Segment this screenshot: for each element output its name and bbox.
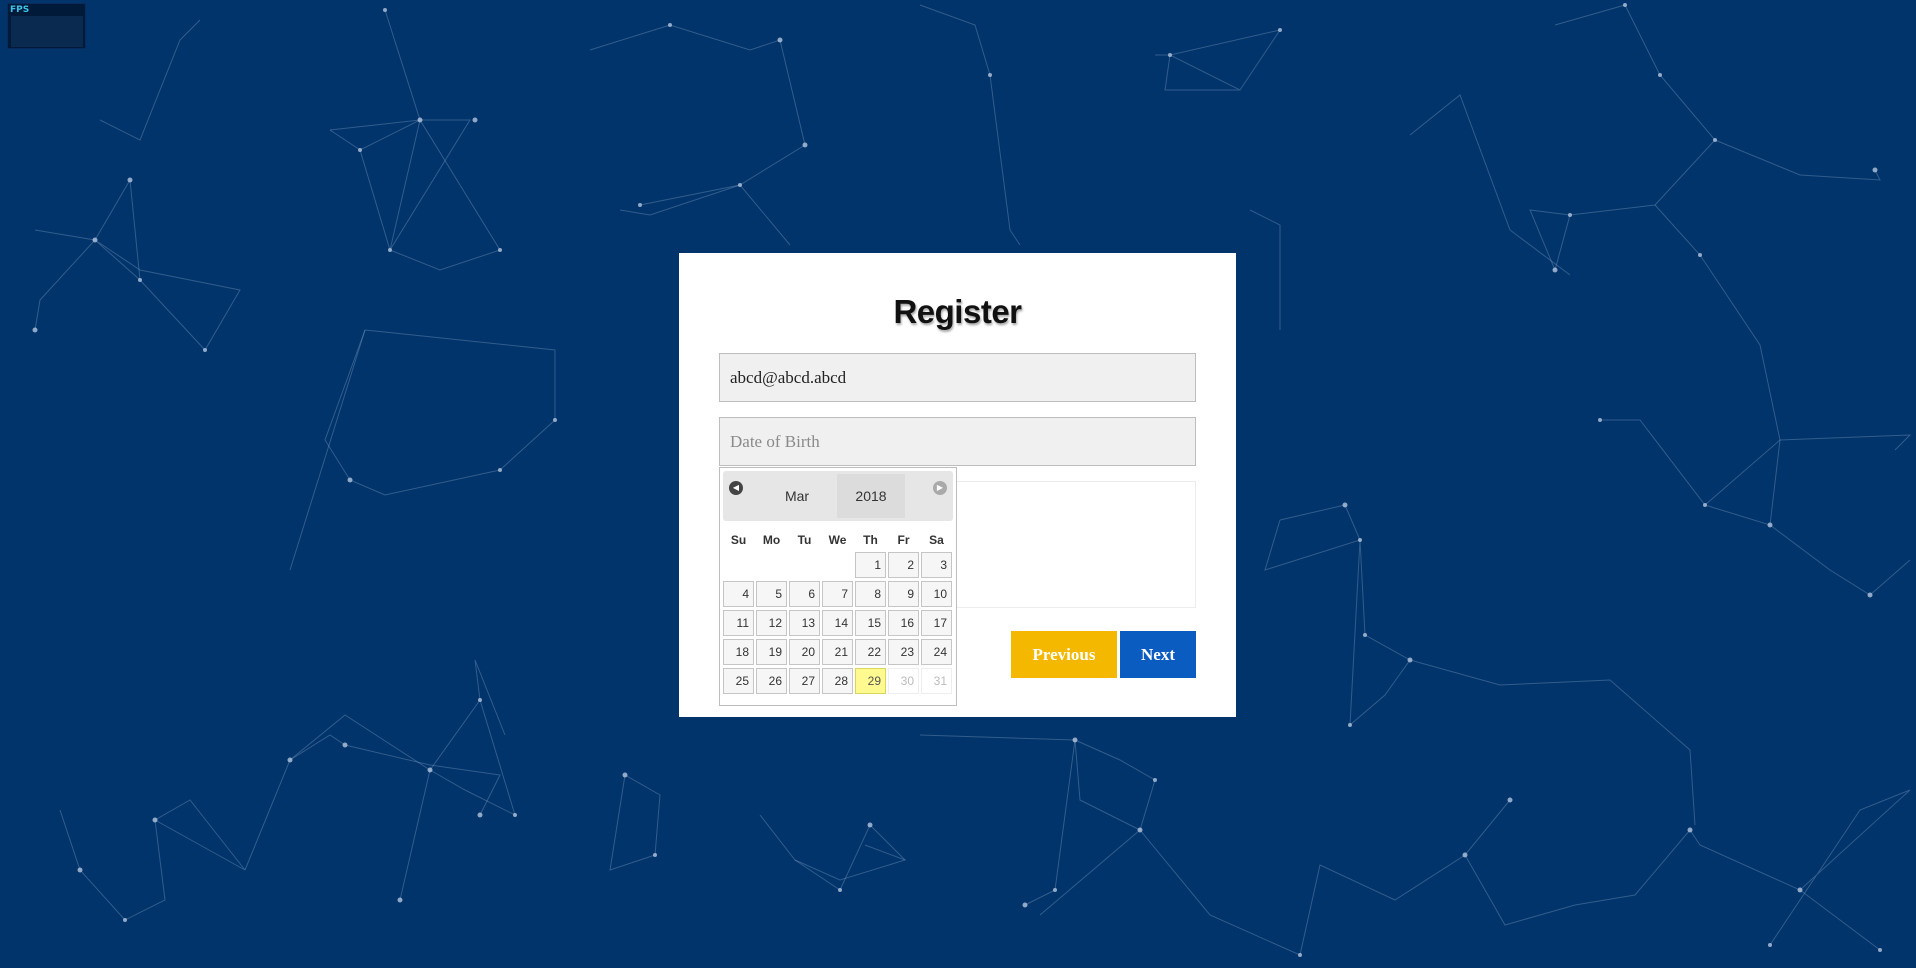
weekday-header: We: [828, 533, 847, 547]
year-select[interactable]: 2018: [837, 474, 905, 518]
calendar-day[interactable]: 28: [822, 668, 853, 694]
calendar-day[interactable]: 26: [756, 668, 787, 694]
calendar-day[interactable]: 25: [723, 668, 754, 694]
weekday-header: Fr: [897, 533, 910, 547]
weekday-header: Tu: [797, 533, 812, 547]
weekday-header: Th: [863, 533, 878, 547]
datepicker: ◀ Mar 2018 ▶ Su Mo Tu We Th Fr Sa 1 2 3 4 5 6 7 8 9 10 11…: [719, 467, 957, 706]
calendar-blank: [756, 552, 787, 578]
page-title: Register: [893, 293, 1022, 330]
next-month-icon[interactable]: ▶: [933, 481, 947, 495]
next-button[interactable]: Next: [1120, 631, 1196, 678]
calendar-day: 31: [921, 668, 952, 694]
calendar-day[interactable]: 11: [723, 610, 754, 636]
calendar-day[interactable]: 6: [789, 581, 820, 607]
calendar-day[interactable]: 9: [888, 581, 919, 607]
fps-graph: [11, 16, 83, 47]
calendar-day[interactable]: 8: [855, 581, 886, 607]
calendar-day[interactable]: 21: [822, 639, 853, 665]
calendar-grid: Su Mo Tu We Th Fr Sa 1 2 3 4 5 6 7 8 9 10 11 12 13 14 15 16 17 1…: [723, 528, 955, 697]
datepicker-header: ◀ Mar 2018 ▶: [723, 471, 953, 521]
calendar-day[interactable]: 2: [888, 552, 919, 578]
calendar-day[interactable]: 24: [921, 639, 952, 665]
calendar-day[interactable]: 23: [888, 639, 919, 665]
calendar-day[interactable]: 7: [822, 581, 853, 607]
previous-button[interactable]: Previous: [1011, 631, 1117, 678]
calendar-day[interactable]: 19: [756, 639, 787, 665]
calendar-blank: [822, 552, 853, 578]
calendar-day[interactable]: 13: [789, 610, 820, 636]
calendar-day[interactable]: 3: [921, 552, 952, 578]
date-of-birth-field[interactable]: [719, 417, 1196, 466]
calendar-day[interactable]: 14: [822, 610, 853, 636]
calendar-day[interactable]: 20: [789, 639, 820, 665]
calendar-day[interactable]: 15: [855, 610, 886, 636]
calendar-day[interactable]: 22: [855, 639, 886, 665]
email-field[interactable]: [719, 353, 1196, 402]
calendar-day[interactable]: 10: [921, 581, 952, 607]
calendar-day[interactable]: 4: [723, 581, 754, 607]
calendar-day-today[interactable]: 29: [855, 668, 886, 694]
calendar-day[interactable]: 5: [756, 581, 787, 607]
calendar-blank: [723, 552, 754, 578]
fps-meter: FPS: [7, 3, 86, 49]
prev-month-icon[interactable]: ◀: [729, 481, 743, 495]
calendar-day[interactable]: 12: [756, 610, 787, 636]
calendar-day[interactable]: 1: [855, 552, 886, 578]
weekday-header: Mo: [762, 533, 781, 547]
month-select[interactable]: Mar: [763, 474, 831, 518]
weekday-header: Su: [730, 533, 747, 547]
fps-label: FPS: [10, 5, 30, 15]
calendar-day[interactable]: 18: [723, 639, 754, 665]
calendar-day[interactable]: 27: [789, 668, 820, 694]
calendar-day: 30: [888, 668, 919, 694]
calendar-blank: [789, 552, 820, 578]
calendar-day[interactable]: 16: [888, 610, 919, 636]
calendar-day[interactable]: 17: [921, 610, 952, 636]
weekday-header: Sa: [929, 533, 944, 547]
